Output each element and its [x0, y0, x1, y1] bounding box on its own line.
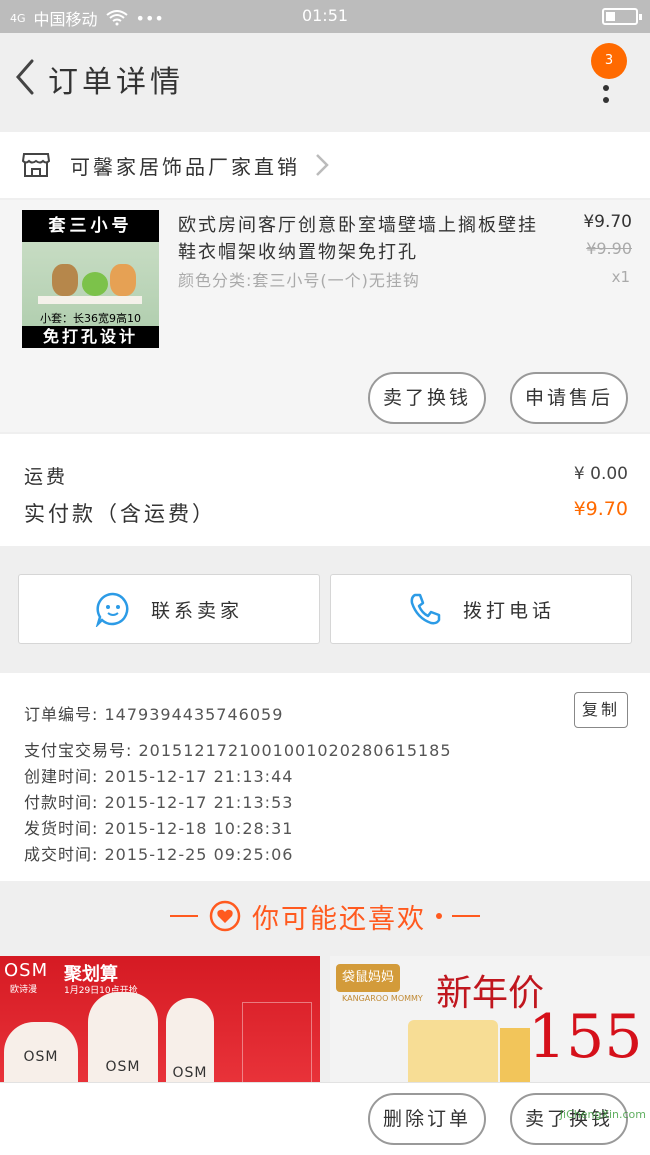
- contact-seller-button[interactable]: 联系卖家: [18, 574, 320, 644]
- battery-icon: [602, 8, 642, 25]
- created-time-line: 创建时间: 2015-12-17 21:13:44: [24, 763, 293, 787]
- shipping-label: 运费: [24, 466, 69, 488]
- image-size-text: 小套：长36宽9高10: [40, 312, 141, 325]
- status-time: 01:51: [301, 6, 349, 25]
- completed-time: 2015-12-25 09:25:06: [104, 845, 294, 864]
- product-quantity: x1: [611, 268, 630, 286]
- alipay-number: 2015121721001001020280615185: [138, 741, 452, 760]
- divider-dot: [436, 913, 442, 919]
- shipping-value: ¥ 0.00: [573, 464, 628, 484]
- product-package: [408, 1020, 498, 1086]
- product-panel: 套三小号 小套：长36宽9高10 免打孔设计 欧式房间客厅创意卧室墙壁墙上搁板壁…: [0, 200, 650, 432]
- shelf-figure: [38, 296, 142, 304]
- shipped-time-line: 发货时间: 2015-12-18 10:28:31: [24, 815, 293, 839]
- notification-badge: 3: [591, 43, 627, 79]
- bottle-label: OSM: [172, 1065, 208, 1081]
- image-top-text: 套三小号: [48, 216, 133, 236]
- watermark: JiChengXin.com: [559, 1108, 646, 1121]
- info-label: 发货时间:: [24, 819, 99, 838]
- call-button[interactable]: 拨打电话: [330, 574, 632, 644]
- divider-line: [452, 915, 480, 917]
- more-dot-icon: [603, 97, 609, 103]
- paid-value: ¥9.70: [573, 498, 628, 520]
- product-bottle: OSM: [88, 992, 158, 1086]
- contact-seller-label: 联系卖家: [150, 599, 243, 622]
- promo-frame: [242, 1002, 312, 1086]
- bottle-label: OSM: [105, 1059, 141, 1075]
- heart-icon: [209, 900, 241, 932]
- bottle-label: OSM: [23, 1049, 59, 1065]
- footer-bar: 删除订单 卖了换钱: [0, 1082, 650, 1155]
- promo-price: 155: [528, 1002, 643, 1072]
- more-dot-icon: [603, 85, 609, 91]
- product-price: ¥9.70: [583, 212, 632, 232]
- call-label: 拨打电话: [462, 599, 555, 622]
- product-bottle: OSM: [4, 1022, 78, 1086]
- shop-name: 可馨家居饰品厂家直销: [70, 154, 300, 179]
- product-package: [500, 1028, 530, 1086]
- alipay-number-line: 支付宝交易号: 2015121721001001020280615185: [24, 737, 452, 761]
- info-label: 成交时间:: [24, 845, 99, 864]
- apple-figure: [82, 272, 108, 296]
- paid-time-line: 付款时间: 2015-12-17 21:13:53: [24, 789, 293, 813]
- recommend-card-osm[interactable]: OSM 欧诗漫 聚划算 1月29日10点开抢 OSM OSM OSM: [0, 956, 320, 1086]
- info-label: 创建时间:: [24, 767, 99, 786]
- osm-brand-sub: 欧诗漫: [10, 985, 38, 995]
- status-bar: 4G 中国移动 ••• 01:51: [0, 0, 650, 33]
- totals-panel: 运费 ¥ 0.00 实付款（含运费） ¥9.70: [0, 434, 650, 546]
- completed-time-line: 成交时间: 2015-12-25 09:25:06: [24, 841, 293, 865]
- paid-time: 2015-12-17 21:13:53: [104, 793, 294, 812]
- info-label: 支付宝交易号:: [24, 741, 133, 760]
- info-label: 订单编号:: [24, 705, 99, 724]
- product-bottle: OSM: [166, 998, 214, 1086]
- sell-button[interactable]: 卖了换钱: [368, 372, 486, 424]
- product-image[interactable]: 套三小号 小套：长36宽9高10 免打孔设计: [22, 210, 159, 348]
- product-original-price: ¥9.90: [586, 239, 632, 258]
- delete-order-button[interactable]: 删除订单: [368, 1093, 486, 1145]
- product-spec: 颜色分类:套三小号(一个)无挂钩: [178, 271, 420, 290]
- order-number: 1479394435746059: [104, 705, 284, 724]
- order-info-panel: 订单编号: 1479394435746059 复制 支付宝交易号: 201512…: [0, 673, 650, 881]
- shipped-time: 2015-12-18 10:28:31: [104, 819, 294, 838]
- shop-row[interactable]: 可馨家居饰品厂家直销: [0, 132, 650, 198]
- bear-figure: [110, 264, 136, 296]
- recommend-header: 你可能还喜欢: [0, 888, 650, 944]
- paid-label: 实付款（含运费）: [24, 502, 216, 526]
- chevron-right-icon: [316, 154, 329, 176]
- image-bottom-text: 免打孔设计: [42, 327, 138, 346]
- bear-figure: [52, 264, 78, 296]
- kangaroo-brand: 袋鼠妈妈: [336, 964, 401, 992]
- page-title: 订单详情: [48, 65, 184, 100]
- recommend-card-kangaroo[interactable]: 袋鼠妈妈 KANGAROO MOMMY 新年价 155: [330, 956, 650, 1086]
- shop-icon: [22, 153, 50, 177]
- more-button[interactable]: 3: [591, 43, 627, 113]
- phone-icon: [410, 593, 441, 625]
- after-sale-button[interactable]: 申请售后: [510, 372, 628, 424]
- header: 订单详情 3: [0, 33, 650, 121]
- chat-icon: [95, 592, 129, 627]
- info-label: 付款时间:: [24, 793, 99, 812]
- divider-line: [170, 915, 198, 917]
- back-icon[interactable]: [12, 57, 42, 97]
- created-time: 2015-12-17 21:13:44: [104, 767, 294, 786]
- osm-brand: OSM: [4, 960, 49, 981]
- kangaroo-brand-sub: KANGAROO MOMMY: [342, 994, 423, 1003]
- product-title[interactable]: 欧式房间客厅创意卧室墙壁墙上搁板壁挂鞋衣帽架收纳置物架免打孔: [178, 212, 548, 266]
- order-number-line: 订单编号: 1479394435746059: [24, 701, 283, 725]
- copy-button[interactable]: 复制: [574, 692, 628, 728]
- recommend-title: 你可能还喜欢: [252, 903, 426, 935]
